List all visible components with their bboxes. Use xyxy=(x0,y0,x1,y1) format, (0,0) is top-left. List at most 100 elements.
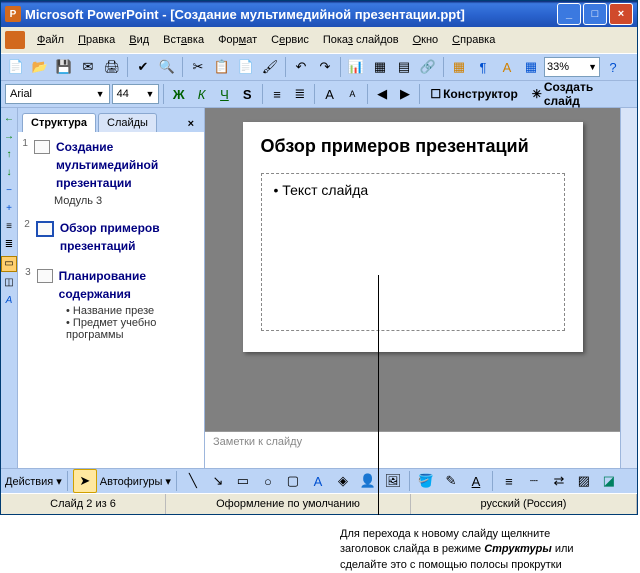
outline-item[interactable]: 2 Обзор примеров презентаций xyxy=(22,219,200,255)
open-icon[interactable]: 📂 xyxy=(29,56,51,78)
menu-edit[interactable]: Правка xyxy=(72,32,121,48)
clipart-icon[interactable]: 👤 xyxy=(357,470,379,492)
slide-canvas[interactable]: Обзор примеров презентаций • Текст слайд… xyxy=(243,122,583,352)
copy-icon[interactable]: 📋 xyxy=(211,56,233,78)
new-icon[interactable]: 📄 xyxy=(5,56,27,78)
italic-icon[interactable]: К xyxy=(191,83,212,105)
show-format-icon[interactable]: ¶ xyxy=(472,56,494,78)
line-icon[interactable]: ╲ xyxy=(182,470,204,492)
wordart-icon[interactable]: A xyxy=(307,470,329,492)
undo-icon[interactable]: ↶ xyxy=(290,56,312,78)
vertical-scrollbar[interactable] xyxy=(620,108,637,468)
email-icon[interactable]: ✉ xyxy=(77,56,99,78)
actions-menu[interactable]: Действия ▾ xyxy=(5,475,62,488)
close-pane-icon[interactable]: × xyxy=(182,116,200,132)
cut-icon[interactable]: ✂ xyxy=(187,56,209,78)
menu-file[interactable]: Файл xyxy=(31,32,70,48)
menu-window[interactable]: Окно xyxy=(407,32,445,48)
format-icon[interactable]: ◫ xyxy=(2,276,16,290)
menu-view[interactable]: Вид xyxy=(123,32,155,48)
menu-format[interactable]: Формат xyxy=(212,32,263,48)
minimize-button[interactable]: _ xyxy=(557,3,581,25)
slide-body-placeholder[interactable]: • Текст слайда xyxy=(261,173,565,331)
tables-icon[interactable]: ▤ xyxy=(393,56,415,78)
outline-item[interactable]: 1 Создание мультимедийной презентации xyxy=(22,138,200,192)
slide-icon xyxy=(36,221,54,237)
menu-help[interactable]: Справка xyxy=(446,32,501,48)
collapse-icon[interactable]: − xyxy=(2,184,16,198)
drawing-toolbar: Действия ▾ ➤ Автофигуры ▾ ╲ ↘ ▭ ○ ▢ A ◈ … xyxy=(1,468,637,493)
new-slide-button[interactable]: ✳ Создать слайд xyxy=(526,78,633,110)
format-painter-icon[interactable]: 🖌 xyxy=(259,56,281,78)
underline-icon[interactable]: Ч xyxy=(214,83,235,105)
designer-button[interactable]: ☐ Конструктор xyxy=(424,85,523,103)
textbox-icon[interactable]: ▢ xyxy=(282,470,304,492)
demote-icon[interactable]: → xyxy=(2,130,16,144)
menu-tools[interactable]: Сервис xyxy=(265,32,315,48)
expand-icon2[interactable]: + xyxy=(2,202,16,216)
size-combo[interactable]: 44▼ xyxy=(112,84,160,104)
select-icon[interactable]: ➤ xyxy=(73,469,97,493)
menu-insert[interactable]: Вставка xyxy=(157,32,210,48)
numbering-icon[interactable]: ≡ xyxy=(267,83,288,105)
linestyle-icon[interactable]: ≡ xyxy=(498,470,520,492)
increase-indent-icon[interactable]: ▶ xyxy=(395,83,416,105)
shadow-icon2[interactable]: ▨ xyxy=(573,470,595,492)
bullets-icon[interactable]: ≣ xyxy=(289,83,310,105)
increase-font-icon[interactable]: A xyxy=(319,83,340,105)
collapseall-icon[interactable]: ≡ xyxy=(2,220,16,234)
diagram-icon[interactable]: ◈ xyxy=(332,470,354,492)
research-icon[interactable]: 🔍 xyxy=(156,56,178,78)
notes-pane[interactable]: Заметки к слайду xyxy=(205,431,620,468)
slide-title-1[interactable]: Создание мультимедийной презентации xyxy=(56,138,200,192)
moveup-icon[interactable]: ↑ xyxy=(2,148,16,162)
grid-icon[interactable]: ▦ xyxy=(520,56,542,78)
slide-title-2[interactable]: Обзор примеров презентаций xyxy=(60,219,200,255)
promote-icon[interactable]: ← xyxy=(2,112,16,126)
showformat-icon[interactable]: A xyxy=(2,294,16,308)
hyperlink-icon[interactable]: 🔗 xyxy=(417,56,439,78)
print-icon[interactable]: 🖨 xyxy=(101,56,123,78)
movedown-icon[interactable]: ↓ xyxy=(2,166,16,180)
fontcolor-icon[interactable]: A xyxy=(465,470,487,492)
oval-icon[interactable]: ○ xyxy=(257,470,279,492)
save-icon[interactable]: 💾 xyxy=(53,56,75,78)
arrowstyle-icon[interactable]: ⇄ xyxy=(548,470,570,492)
slide-title-text[interactable]: Обзор примеров презентаций xyxy=(261,136,565,157)
3d-icon[interactable]: ◪ xyxy=(598,470,620,492)
doc-name: [Создание мультимедийной презентации.ppt… xyxy=(170,7,465,22)
linecolor-icon[interactable]: ✎ xyxy=(440,470,462,492)
menu-slideshow[interactable]: Показ слайдов xyxy=(317,32,405,48)
arrow-icon[interactable]: ↘ xyxy=(207,470,229,492)
font-combo[interactable]: Arial▼ xyxy=(5,84,110,104)
color-icon[interactable]: A xyxy=(496,56,518,78)
spell-icon[interactable]: ✔ xyxy=(132,56,154,78)
summary-icon[interactable]: ▭ xyxy=(1,256,17,272)
chart-icon[interactable]: 📊 xyxy=(345,56,367,78)
maximize-button[interactable]: □ xyxy=(583,3,607,25)
bullet[interactable]: • Предмет учебно программы xyxy=(66,317,200,341)
dashstyle-icon[interactable]: ┈ xyxy=(523,470,545,492)
picture-icon[interactable]: 🖼 xyxy=(382,470,404,492)
redo-icon[interactable]: ↷ xyxy=(314,56,336,78)
decrease-indent-icon[interactable]: ◀ xyxy=(372,83,393,105)
bullet[interactable]: • Название презе xyxy=(66,305,200,317)
outline-item[interactable]: 3 Планирование содержания xyxy=(22,267,200,303)
rect-icon[interactable]: ▭ xyxy=(232,470,254,492)
slide-subtitle-1[interactable]: Модуль 3 xyxy=(54,194,200,209)
autoshapes-menu[interactable]: Автофигуры ▾ xyxy=(100,475,171,488)
close-button[interactable]: × xyxy=(609,3,633,25)
expandall-icon[interactable]: ≣ xyxy=(2,238,16,252)
zoom-combo[interactable]: 33%▼ xyxy=(544,57,600,77)
tab-outline[interactable]: Структура xyxy=(22,113,96,132)
shadow-icon[interactable]: S xyxy=(237,83,258,105)
table-icon[interactable]: ▦ xyxy=(369,56,391,78)
help-icon[interactable]: ? xyxy=(602,56,624,78)
bold-icon[interactable]: Ж xyxy=(168,83,189,105)
fill-icon[interactable]: 🪣 xyxy=(415,470,437,492)
expand-icon[interactable]: ▦ xyxy=(448,56,470,78)
slide-title-3[interactable]: Планирование содержания xyxy=(59,267,200,303)
paste-icon[interactable]: 📄 xyxy=(235,56,257,78)
tab-slides[interactable]: Слайды xyxy=(98,113,157,132)
decrease-font-icon[interactable]: A xyxy=(342,83,363,105)
